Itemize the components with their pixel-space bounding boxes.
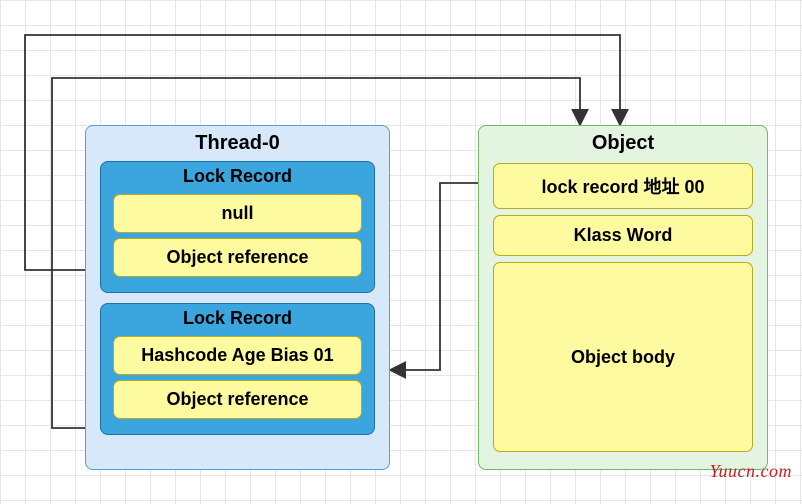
lock-record-0-slot2: Object reference xyxy=(113,238,362,277)
lock-record-1-slot1: Hashcode Age Bias 01 xyxy=(113,336,362,375)
lock-record-1-slot2: Object reference xyxy=(113,380,362,419)
thread-box: Thread-0 Lock Record null Object referen… xyxy=(85,125,390,470)
lock-record-0: Lock Record null Object reference xyxy=(100,161,375,293)
watermark: Yuucn.com xyxy=(710,461,792,482)
object-title: Object xyxy=(479,126,767,157)
object-mark-word: lock record 地址 00 xyxy=(493,163,753,209)
lock-record-0-title: Lock Record xyxy=(113,164,362,189)
lock-record-1-title: Lock Record xyxy=(113,306,362,331)
lock-record-0-slot1: null xyxy=(113,194,362,233)
object-box: Object lock record 地址 00 Klass Word Obje… xyxy=(478,125,768,470)
thread-title: Thread-0 xyxy=(86,126,389,158)
object-body: Object body xyxy=(493,262,753,452)
object-klass-word: Klass Word xyxy=(493,215,753,256)
lock-record-1: Lock Record Hashcode Age Bias 01 Object … xyxy=(100,303,375,435)
